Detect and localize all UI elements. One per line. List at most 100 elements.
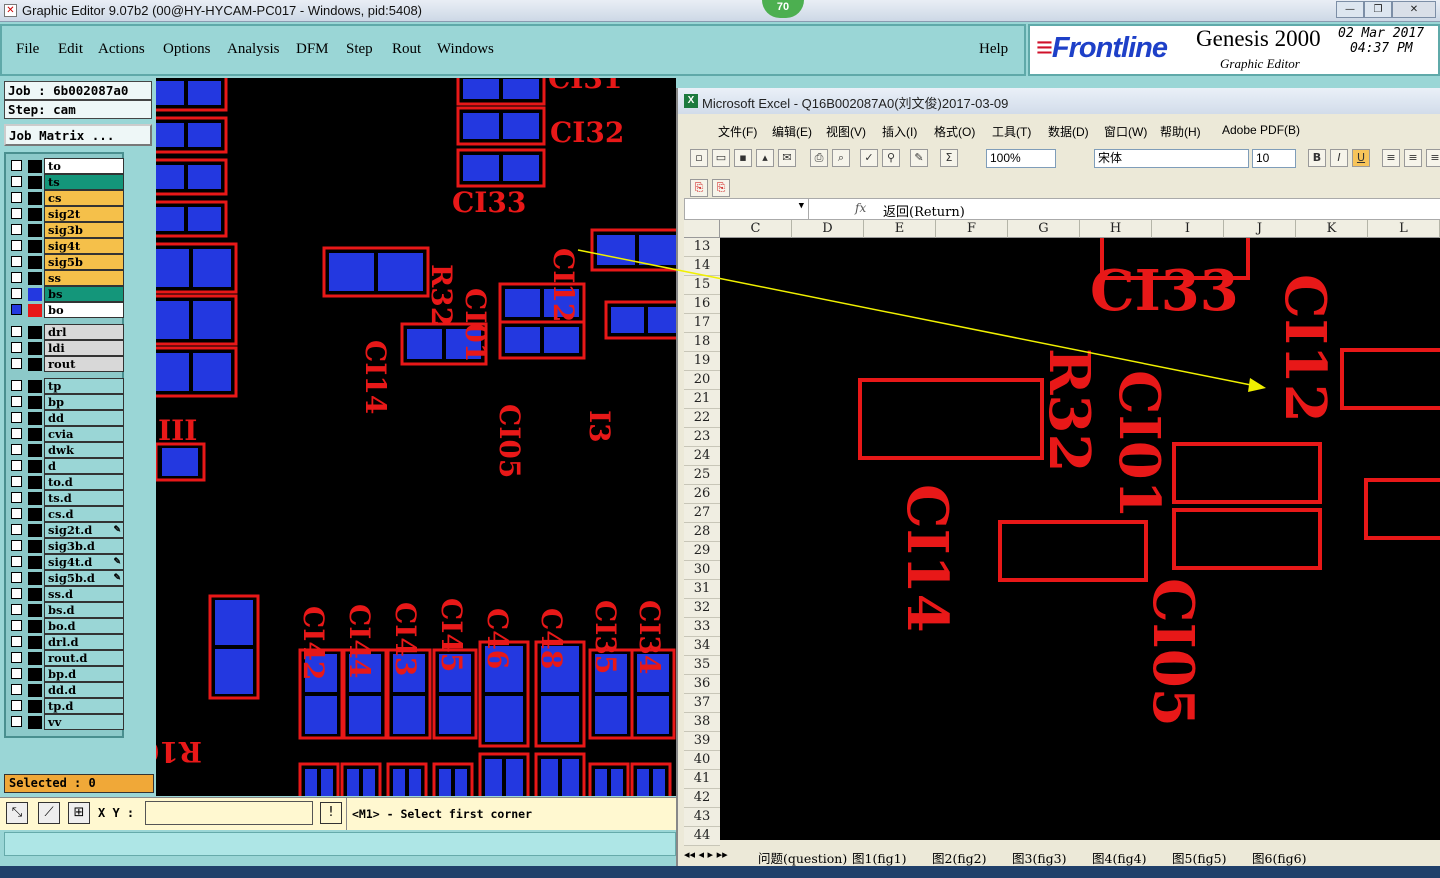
worksheet[interactable]: CDEFGHIJKL 13 14 15 16 17 18 19 20 21 22 23 24 25 26 2… xyxy=(684,220,1440,846)
column-header[interactable]: G xyxy=(1008,220,1080,238)
layer-name[interactable]: sig4t xyxy=(44,238,124,254)
column-header[interactable]: I xyxy=(1152,220,1224,238)
row-header[interactable]: 38 xyxy=(684,713,720,732)
close-button[interactable]: ✕ xyxy=(1392,1,1436,18)
layer-name[interactable]: vv xyxy=(44,714,124,730)
layer-checkbox[interactable] xyxy=(11,224,22,235)
layer-checkbox[interactable] xyxy=(11,588,22,599)
font-size-select[interactable]: 10 xyxy=(1252,149,1296,168)
menu-analysis[interactable]: Analysis xyxy=(227,41,280,58)
menu-actions[interactable]: Actions xyxy=(98,41,145,58)
layer-checkbox[interactable] xyxy=(11,396,22,407)
pdf-email-icon[interactable]: ⎘ xyxy=(712,179,730,197)
layer-row[interactable]: cs xyxy=(10,190,124,206)
layer-name[interactable]: bo.d xyxy=(44,618,124,634)
formula-input[interactable]: 返回(Return) xyxy=(883,201,965,220)
layer-checkbox[interactable] xyxy=(11,160,22,171)
spelling-icon[interactable]: ✓ xyxy=(860,149,878,167)
layer-checkbox[interactable] xyxy=(11,326,22,337)
row-header[interactable]: 37 xyxy=(684,694,720,713)
alert-icon[interactable]: ! xyxy=(320,802,342,824)
layer-name[interactable]: cvia xyxy=(44,426,124,442)
layer-row[interactable]: sig2t xyxy=(10,206,124,222)
column-header[interactable]: K xyxy=(1296,220,1368,238)
layer-row[interactable]: rout xyxy=(10,356,124,372)
layer-row[interactable]: sig3b.d xyxy=(10,538,124,554)
layer-checkbox[interactable] xyxy=(11,380,22,391)
column-header[interactable]: E xyxy=(864,220,936,238)
layer-name[interactable]: ss xyxy=(44,270,124,286)
layer-checkbox[interactable] xyxy=(11,428,22,439)
layer-row[interactable]: to xyxy=(10,158,124,174)
excel-menu-item[interactable]: 窗口(W) xyxy=(1104,123,1147,140)
layer-name[interactable]: ts xyxy=(44,174,124,190)
layer-row[interactable]: ldi xyxy=(10,340,124,356)
row-header[interactable]: 32 xyxy=(684,599,720,618)
layer-name[interactable]: to xyxy=(44,158,124,174)
row-header[interactable]: 19 xyxy=(684,352,720,371)
job-matrix-button[interactable]: Job Matrix ... xyxy=(4,124,152,146)
sheet-tab[interactable]: 问题(question) xyxy=(758,848,847,867)
row-header[interactable]: 43 xyxy=(684,808,720,827)
row-header[interactable]: 15 xyxy=(684,276,720,295)
row-header[interactable]: 34 xyxy=(684,637,720,656)
row-header[interactable]: 20 xyxy=(684,371,720,390)
column-header[interactable]: J xyxy=(1224,220,1296,238)
layer-row[interactable]: cs.d xyxy=(10,506,124,522)
menu-rout[interactable]: Rout xyxy=(392,41,421,58)
layer-name[interactable]: cs xyxy=(44,190,124,206)
layer-checkbox[interactable] xyxy=(11,508,22,519)
row-header[interactable]: 21 xyxy=(684,390,720,409)
layer-name[interactable]: cs.d xyxy=(44,506,124,522)
layer-row[interactable]: drl.d xyxy=(10,634,124,650)
research-icon[interactable]: ⚲ xyxy=(882,149,900,167)
layer-name[interactable]: bs xyxy=(44,286,124,302)
sheet-tab[interactable]: 图6(fig6) xyxy=(1252,848,1307,867)
layer-row[interactable]: bs xyxy=(10,286,124,302)
row-header[interactable]: 18 xyxy=(684,333,720,352)
layer-name[interactable]: drl.d xyxy=(44,634,124,650)
layer-row[interactable]: sig2t.d ✎ xyxy=(10,522,124,538)
excel-menu-item[interactable]: 格式(O) xyxy=(934,123,975,140)
layer-checkbox[interactable] xyxy=(11,492,22,503)
layer-name[interactable]: sig2t.d ✎ xyxy=(44,522,124,538)
layer-name[interactable]: sig5b.d ✎ xyxy=(44,570,124,586)
layer-checkbox[interactable] xyxy=(11,716,22,727)
menu-dfm[interactable]: DFM xyxy=(296,41,329,58)
measure-icon[interactable]: ⟋ xyxy=(38,802,60,824)
layer-checkbox[interactable] xyxy=(11,342,22,353)
pdf-convert-icon[interactable]: ⎘ xyxy=(690,179,708,197)
xy-input[interactable] xyxy=(145,801,313,825)
autosum-icon[interactable]: Σ xyxy=(940,149,958,167)
row-header[interactable]: 39 xyxy=(684,732,720,751)
layer-checkbox[interactable] xyxy=(11,684,22,695)
layer-name[interactable]: ts.d xyxy=(44,490,124,506)
layer-checkbox[interactable] xyxy=(11,556,22,567)
layer-checkbox[interactable] xyxy=(11,476,22,487)
layer-checkbox[interactable] xyxy=(11,412,22,423)
excel-menu-item[interactable]: 插入(I) xyxy=(882,123,917,140)
row-header[interactable]: 36 xyxy=(684,675,720,694)
minimize-button[interactable]: — xyxy=(1336,1,1364,18)
save-icon[interactable]: ▪ xyxy=(734,149,752,167)
layer-name[interactable]: sig3b.d xyxy=(44,538,124,554)
layer-name[interactable]: sig5b xyxy=(44,254,124,270)
layer-row[interactable]: dwk xyxy=(10,442,124,458)
layer-checkbox[interactable] xyxy=(11,700,22,711)
align-right-icon[interactable]: ≡ xyxy=(1426,149,1440,167)
row-header[interactable]: 27 xyxy=(684,504,720,523)
layer-checkbox[interactable] xyxy=(11,572,22,583)
layer-checkbox[interactable] xyxy=(11,460,22,471)
row-header[interactable]: 33 xyxy=(684,618,720,637)
row-header[interactable]: 26 xyxy=(684,485,720,504)
excel-menu-item[interactable]: Adobe PDF(B) xyxy=(1222,123,1300,137)
row-header[interactable]: 44 xyxy=(684,827,720,846)
layer-row[interactable]: drl xyxy=(10,324,124,340)
layer-row[interactable]: sig5b.d ✎ xyxy=(10,570,124,586)
print-icon[interactable]: ⎙ xyxy=(810,149,828,167)
layer-checkbox[interactable] xyxy=(11,208,22,219)
menu-options[interactable]: Options xyxy=(163,41,211,58)
layer-row[interactable]: bs.d xyxy=(10,602,124,618)
italic-icon[interactable]: I xyxy=(1330,149,1348,167)
sheet-tab[interactable]: 图5(fig5) xyxy=(1172,848,1227,867)
